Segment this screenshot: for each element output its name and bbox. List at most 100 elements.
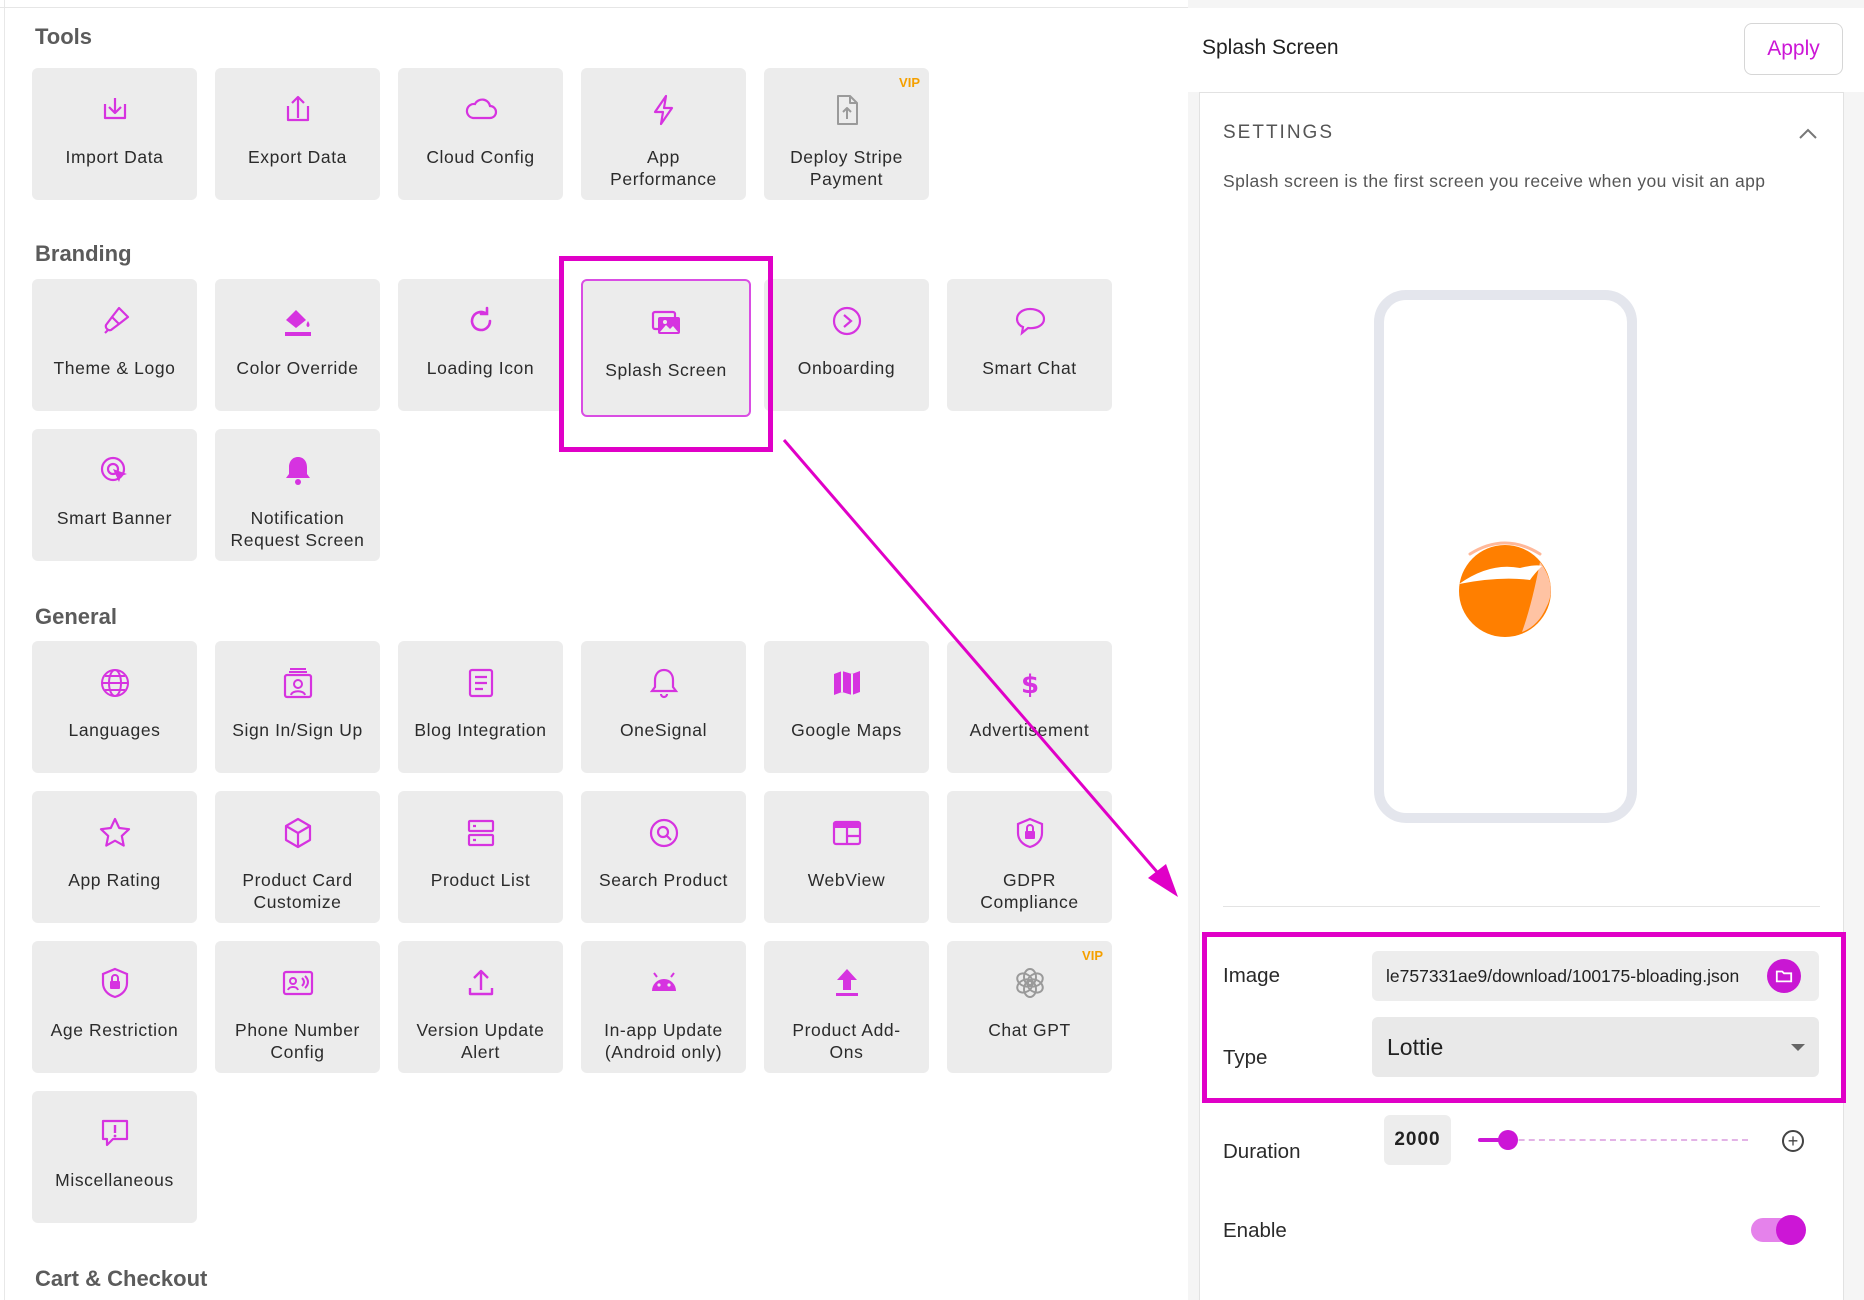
dollar-icon: $ xyxy=(1010,663,1050,703)
shield-lock-icon xyxy=(1010,813,1050,853)
enable-toggle[interactable] xyxy=(1751,1215,1806,1245)
duration-slider-track[interactable] xyxy=(1478,1139,1748,1141)
loading-animation-preview xyxy=(1459,541,1551,637)
chat-bubble-icon xyxy=(1010,301,1050,341)
section-title-general: General xyxy=(35,604,117,629)
tile-sign-in-sign-up[interactable]: Sign In/Sign Up xyxy=(215,641,380,773)
upload-arrow-icon xyxy=(827,963,867,1003)
vip-badge: VIP xyxy=(1082,948,1103,963)
tile-label: WebView xyxy=(807,870,886,890)
tile-label: Google Maps xyxy=(791,720,902,740)
tile-label: Age Restriction xyxy=(50,1020,179,1040)
tile-import-data[interactable]: Import Data xyxy=(32,68,197,200)
tile-chat-gpt[interactable]: Chat GPT VIP xyxy=(947,941,1112,1073)
tile-smart-chat[interactable]: Smart Chat xyxy=(947,279,1112,411)
phone-card-icon xyxy=(278,963,318,1003)
tile-label: Loading Icon xyxy=(426,358,535,378)
tile-languages[interactable]: Languages xyxy=(32,641,197,773)
tile-miscellaneous[interactable]: Miscellaneous xyxy=(32,1091,197,1223)
tile-blog-integration[interactable]: Blog Integration xyxy=(398,641,563,773)
splash-screen-highlight xyxy=(559,256,773,452)
tile-label: Sign In/Sign Up xyxy=(232,720,363,740)
plus-circle-icon[interactable]: + xyxy=(1782,1130,1804,1152)
section-title-cart-checkout: Cart & Checkout xyxy=(35,1266,208,1291)
tile-onboarding[interactable]: Onboarding xyxy=(764,279,929,411)
tile-app-rating[interactable]: App Rating xyxy=(32,791,197,923)
image-type-highlight xyxy=(1202,932,1846,1103)
tile-label: Search Product xyxy=(598,870,729,890)
tile-product-add-ons[interactable]: Product Add- Ons xyxy=(764,941,929,1073)
tile-deploy-stripe-payment[interactable]: Deploy Stripe Payment VIP xyxy=(764,68,929,200)
tile-cloud-config[interactable]: Cloud Config xyxy=(398,68,563,200)
document-icon xyxy=(461,663,501,703)
panel-title: Splash Screen xyxy=(1202,36,1339,59)
tile-label: Smart Chat xyxy=(982,358,1077,378)
tile-smart-banner[interactable]: Smart Banner xyxy=(32,429,197,561)
tile-gdpr-compliance[interactable]: GDPR Compliance xyxy=(947,791,1112,923)
tile-label: Product Add- Ons xyxy=(792,1020,901,1062)
tile-label: Theme & Logo xyxy=(53,358,176,378)
browser-window-icon xyxy=(827,813,867,853)
toggle-knob xyxy=(1776,1215,1806,1245)
tile-label: OneSignal xyxy=(619,720,708,740)
tile-age-restriction[interactable]: Age Restriction xyxy=(32,941,197,1073)
map-icon xyxy=(827,663,867,703)
tile-app-performance[interactable]: App Performance xyxy=(581,68,746,200)
tile-loading-icon[interactable]: Loading Icon xyxy=(398,279,563,411)
tile-label: GDPR Compliance xyxy=(980,870,1079,912)
tile-label: Advertisement xyxy=(969,720,1090,740)
cloud-icon xyxy=(461,90,501,130)
list-server-icon xyxy=(461,813,501,853)
paintbrush-icon xyxy=(95,301,135,341)
user-card-icon xyxy=(278,663,318,703)
tile-label: Languages xyxy=(68,720,161,740)
globe-icon xyxy=(95,663,135,703)
search-icon xyxy=(644,813,684,853)
tile-theme-logo[interactable]: Theme & Logo xyxy=(32,279,197,411)
tile-label: Blog Integration xyxy=(414,720,547,740)
bell-outline-icon xyxy=(644,663,684,703)
alert-message-icon xyxy=(95,1113,135,1153)
tile-label: App Rating xyxy=(68,870,161,890)
tile-label: Import Data xyxy=(65,147,164,167)
left-border xyxy=(4,0,5,1300)
tile-label: Phone Number Config xyxy=(235,1020,360,1062)
tile-in-app-update-android-only[interactable]: In-app Update (Android only) xyxy=(581,941,746,1073)
tile-product-list[interactable]: Product List xyxy=(398,791,563,923)
tile-label: Product Card Customize xyxy=(242,870,353,912)
tile-version-update-alert[interactable]: Version Update Alert xyxy=(398,941,563,1073)
play-circle-icon xyxy=(827,301,867,341)
chevron-up-icon[interactable] xyxy=(1797,124,1819,144)
tile-onesignal[interactable]: OneSignal xyxy=(581,641,746,773)
tile-export-data[interactable]: Export Data xyxy=(215,68,380,200)
tile-label: In-app Update (Android only) xyxy=(604,1020,723,1062)
tile-search-product[interactable]: Search Product xyxy=(581,791,746,923)
shield-lock-icon xyxy=(95,963,135,1003)
tile-label: Cloud Config xyxy=(426,147,535,167)
tile-google-maps[interactable]: Google Maps xyxy=(764,641,929,773)
duration-input[interactable]: 2000 xyxy=(1384,1115,1451,1165)
tile-product-card-customize[interactable]: Product Card Customize xyxy=(215,791,380,923)
apply-button[interactable]: Apply xyxy=(1744,23,1843,75)
tile-phone-number-config[interactable]: Phone Number Config xyxy=(215,941,380,1073)
tile-label: Product List xyxy=(430,870,531,890)
refresh-icon xyxy=(461,301,501,341)
lightning-icon xyxy=(644,90,684,130)
tile-webview[interactable]: WebView xyxy=(764,791,929,923)
tile-label: Version Update Alert xyxy=(416,1020,545,1062)
tile-label: Chat GPT xyxy=(988,1020,1071,1040)
tile-label: Onboarding xyxy=(797,358,896,378)
tile-label: Deploy Stripe Payment xyxy=(790,147,903,189)
tile-color-override[interactable]: Color Override xyxy=(215,279,380,411)
cursor-target-icon xyxy=(95,451,135,491)
duration-slider-thumb[interactable] xyxy=(1498,1130,1518,1150)
tile-advertisement[interactable]: $ Advertisement xyxy=(947,641,1112,773)
tile-label: Miscellaneous xyxy=(55,1170,174,1190)
file-upload-icon xyxy=(827,90,867,130)
android-icon xyxy=(644,963,684,1003)
settings-divider xyxy=(1223,906,1820,907)
tile-label: Smart Banner xyxy=(56,508,173,528)
openai-icon xyxy=(1010,963,1050,1003)
bell-icon xyxy=(278,451,318,491)
tile-notification-request-screen[interactable]: Notification Request Screen xyxy=(215,429,380,561)
